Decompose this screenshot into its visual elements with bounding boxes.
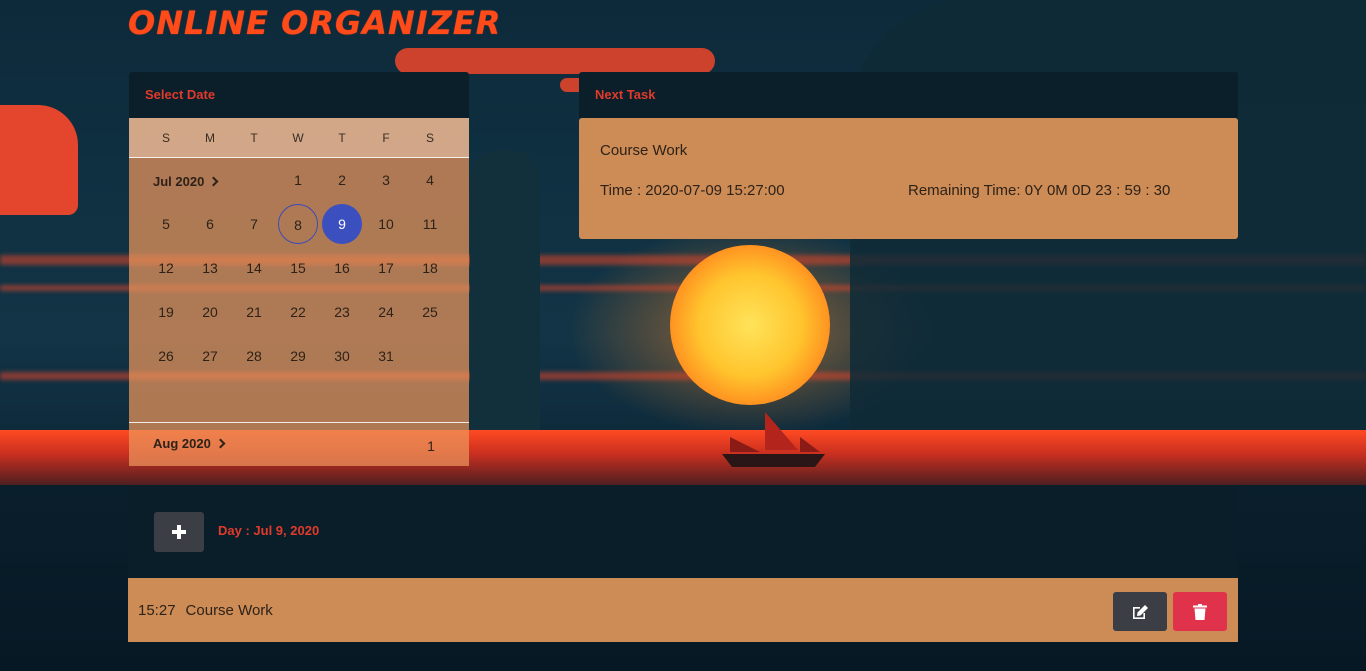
- calendar-day[interactable]: 14: [234, 248, 274, 288]
- calendar-body: S M T W T F S Jul 2020 1 2 3 4 5 6 7 8 9 10 11 12 13…: [129, 118, 469, 466]
- calendar-day[interactable]: 21: [234, 292, 274, 332]
- chevron-right-icon: [208, 176, 219, 187]
- calendar-day[interactable]: 5: [146, 204, 186, 244]
- calendar-day[interactable]: 23: [322, 292, 362, 332]
- calendar-day[interactable]: 28: [234, 336, 274, 376]
- day-label: Day : Jul 9, 2020: [218, 523, 320, 538]
- weekday-label: M: [205, 130, 215, 145]
- weekday-row: S M T W T F S: [129, 118, 469, 158]
- calendar-day[interactable]: 22: [278, 292, 318, 332]
- next-task-remaining: Remaining Time: 0Y 0M 0D 23 : 59 : 30: [908, 182, 1171, 199]
- month-label: Aug 2020: [153, 436, 211, 451]
- next-task-card: Course Work Time : 2020-07-09 15:27:00 R…: [579, 118, 1238, 239]
- next-task-time: Time : 2020-07-09 15:27:00: [600, 182, 785, 199]
- calendar-day[interactable]: 1: [278, 160, 318, 200]
- weekday-label: T: [338, 130, 346, 145]
- calendar-day[interactable]: 2: [322, 160, 362, 200]
- calendar-day[interactable]: 8: [278, 204, 318, 244]
- calendar-day[interactable]: 26: [146, 336, 186, 376]
- calendar-day[interactable]: 6: [190, 204, 230, 244]
- calendar-day[interactable]: 31: [366, 336, 406, 376]
- next-task-panel: Next Task Course Work Time : 2020-07-09 …: [579, 72, 1238, 239]
- calendar-day[interactable]: 24: [366, 292, 406, 332]
- weekday-label: F: [382, 130, 390, 145]
- divider: [129, 422, 469, 423]
- edit-button[interactable]: [1113, 592, 1167, 631]
- background-cloud: [395, 48, 715, 74]
- background-rock: [470, 150, 540, 450]
- sailboat-icon: [722, 412, 825, 467]
- calendar-day[interactable]: 4: [410, 160, 450, 200]
- weekday-label: T: [250, 130, 258, 145]
- calendar-header: Select Date: [129, 72, 469, 118]
- calendar-day[interactable]: 18: [410, 248, 450, 288]
- calendar-day[interactable]: 11: [410, 204, 450, 244]
- delete-button[interactable]: [1173, 592, 1227, 631]
- background-cloud: [0, 105, 78, 215]
- calendar-day[interactable]: 27: [190, 336, 230, 376]
- day-section: Day : Jul 9, 2020: [128, 486, 1238, 578]
- trash-icon: [1193, 603, 1207, 620]
- calendar-grid: Jul 2020 1 2 3 4 5 6 7 8 9 10 11 12 13 14 15 16 17 18 19 20…: [129, 158, 469, 422]
- weekday-label: W: [292, 130, 304, 145]
- calendar-day[interactable]: 19: [146, 292, 186, 332]
- task-row[interactable]: 15:27 Course Work: [128, 578, 1238, 642]
- weekday-label: S: [161, 130, 170, 145]
- calendar-day[interactable]: 15: [278, 248, 318, 288]
- calendar-day[interactable]: 30: [322, 336, 362, 376]
- calendar-day[interactable]: 9: [322, 204, 362, 244]
- calendar-day[interactable]: 7: [234, 204, 274, 244]
- calendar-day[interactable]: 1: [411, 426, 451, 466]
- month-nav-august[interactable]: Aug 2020: [153, 436, 226, 451]
- calendar-day[interactable]: 13: [190, 248, 230, 288]
- calendar-panel: Select Date S M T W T F S Jul 2020 12345…: [129, 72, 469, 466]
- next-task-name: Course Work: [600, 142, 688, 159]
- app-title: Online Organizer: [128, 4, 502, 42]
- add-task-button[interactable]: [154, 512, 204, 552]
- weekday-label: S: [425, 130, 434, 145]
- calendar-day[interactable]: 16: [322, 248, 362, 288]
- calendar-day[interactable]: 10: [366, 204, 406, 244]
- calendar-day[interactable]: 29: [278, 336, 318, 376]
- chevron-right-icon: [215, 438, 226, 449]
- edit-icon: [1133, 604, 1148, 619]
- plus-icon: [172, 525, 186, 539]
- calendar-day[interactable]: 17: [366, 248, 406, 288]
- task-title: Course Work: [185, 601, 273, 619]
- month-nav-july[interactable]: Jul 2020: [153, 174, 219, 189]
- calendar-day[interactable]: 25: [410, 292, 450, 332]
- next-task-header: Next Task: [579, 72, 1238, 118]
- background-sun: [670, 245, 830, 405]
- month-label: Jul 2020: [153, 174, 205, 189]
- calendar-day[interactable]: 3: [366, 160, 406, 200]
- calendar-day[interactable]: 20: [190, 292, 230, 332]
- task-actions: [1113, 592, 1227, 631]
- calendar-day[interactable]: 12: [146, 248, 186, 288]
- task-time: 15:27: [138, 601, 176, 619]
